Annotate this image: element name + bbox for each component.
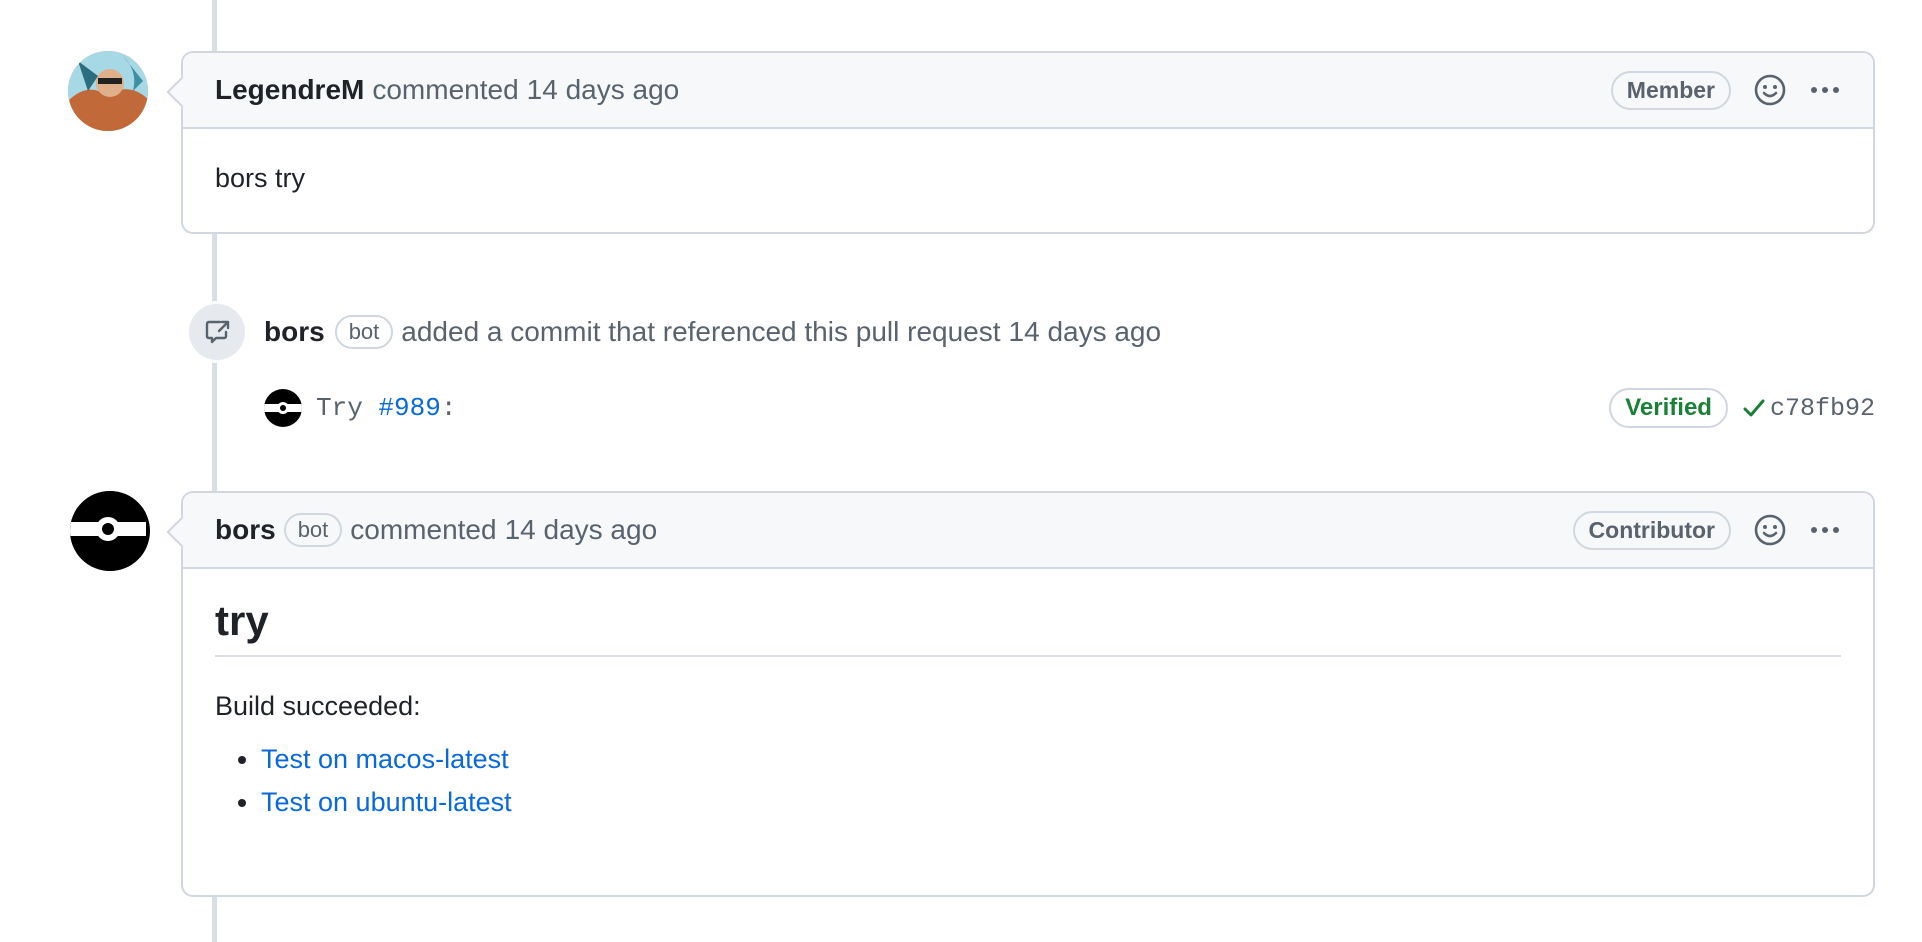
- commit-row: Try #989: Verified c78fb92: [264, 383, 1875, 433]
- smiley-icon[interactable]: [1753, 73, 1787, 107]
- commit-suffix: :: [440, 393, 457, 423]
- bors-mini-avatar[interactable]: [264, 389, 302, 427]
- event-action: added a commit that referenced this pull…: [401, 316, 1001, 347]
- comment-author[interactable]: bors: [215, 514, 276, 546]
- avatar-photo-icon: [68, 51, 148, 131]
- comment-action: commented: [372, 74, 519, 105]
- comment-bors: bors bot commented 14 days ago Contribut…: [181, 491, 1875, 897]
- verified-badge[interactable]: Verified: [1609, 388, 1728, 428]
- event-author[interactable]: bors: [264, 316, 325, 348]
- bot-label: bot: [283, 513, 343, 547]
- body-heading: try: [215, 597, 1841, 657]
- check-icon: [1743, 399, 1765, 417]
- cross-reference-icon: [186, 301, 248, 363]
- comment-author[interactable]: LegendreM: [215, 74, 364, 106]
- comment-header: LegendreM commented 14 days ago Member: [183, 53, 1873, 129]
- smiley-icon[interactable]: [1753, 513, 1787, 547]
- role-badge: Member: [1610, 70, 1731, 110]
- build-links-list: Test on macos-latest Test on ubuntu-late…: [215, 744, 1841, 818]
- comment-action: commented: [350, 514, 497, 545]
- avatar-legendrem[interactable]: [68, 51, 148, 131]
- cross-reference-event: bors bot added a commit that referenced …: [186, 301, 1162, 363]
- comment-timestamp[interactable]: 14 days ago: [527, 74, 680, 106]
- build-link-macos[interactable]: Test on macos-latest: [261, 744, 509, 774]
- event-timestamp[interactable]: 14 days ago: [1009, 316, 1162, 348]
- avatar-bors[interactable]: [70, 491, 150, 571]
- commit-message: Try #989:: [316, 393, 456, 423]
- kebab-menu-icon[interactable]: [1807, 517, 1843, 543]
- kebab-menu-icon[interactable]: [1807, 77, 1843, 103]
- role-badge: Contributor: [1572, 510, 1731, 550]
- commit-pr-link[interactable]: #989: [378, 393, 440, 423]
- list-item: Test on ubuntu-latest: [261, 787, 1841, 818]
- comment-body: bors try: [215, 163, 306, 193]
- commit-sha[interactable]: c78fb92: [1770, 394, 1875, 423]
- comment-legendrem: LegendreM commented 14 days ago Member b…: [181, 51, 1875, 234]
- build-link-ubuntu[interactable]: Test on ubuntu-latest: [261, 787, 512, 817]
- list-item: Test on macos-latest: [261, 744, 1841, 775]
- body-text: Build succeeded:: [215, 691, 421, 721]
- bot-label: bot: [334, 315, 394, 349]
- commit-prefix: Try: [316, 393, 363, 423]
- comment-timestamp[interactable]: 14 days ago: [505, 514, 658, 546]
- comment-body: try Build succeeded: Test on macos-lates…: [183, 569, 1873, 858]
- comment-header: bors bot commented 14 days ago Contribut…: [183, 493, 1873, 569]
